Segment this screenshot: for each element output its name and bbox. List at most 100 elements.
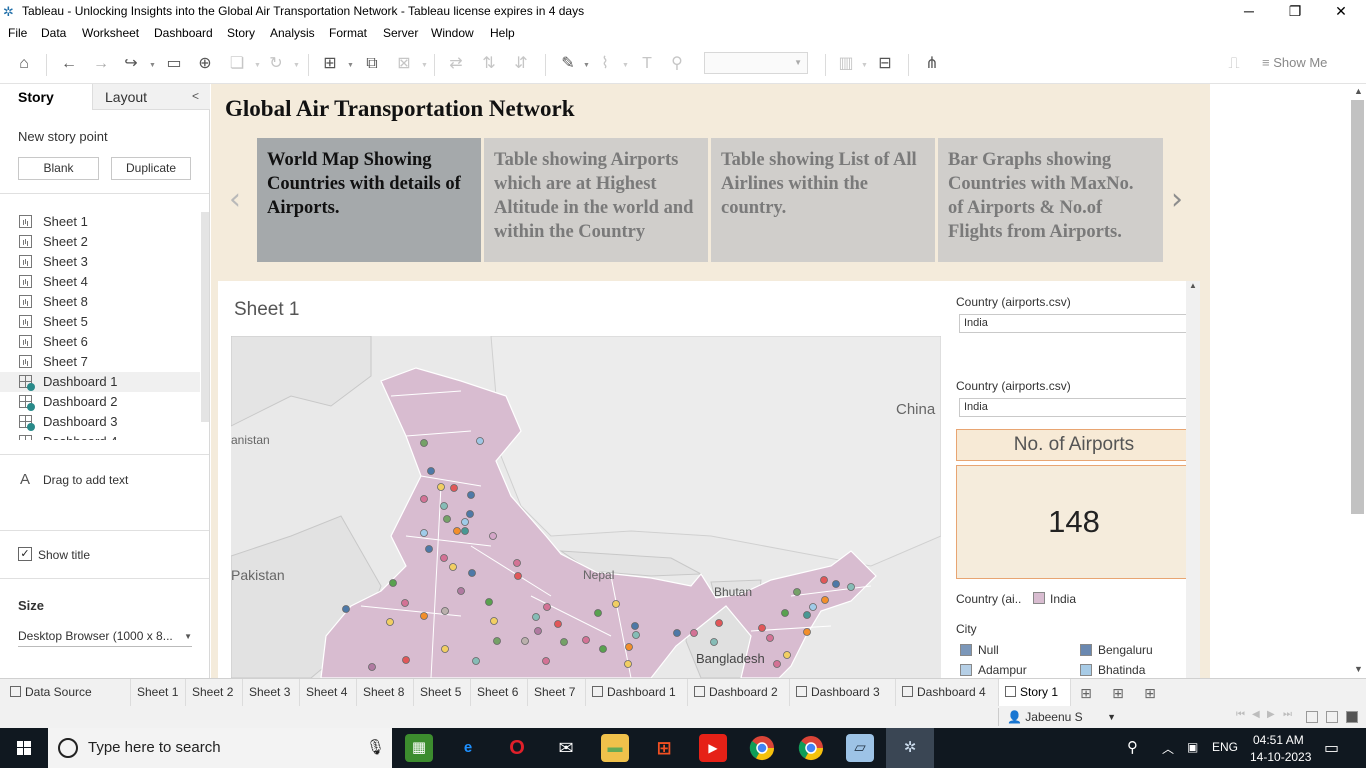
city-legend-item[interactable]: Adampur	[978, 663, 1027, 677]
chevron-down-icon[interactable]: ▼	[293, 62, 300, 69]
scroll-up-icon[interactable]: ▲	[1189, 281, 1197, 290]
file-explorer-app-icon[interactable]: ▬	[601, 734, 629, 762]
city-legend-item[interactable]: Null	[978, 643, 999, 657]
notification-icon[interactable]: ▭	[1324, 738, 1339, 758]
bottom-tab-dashboard[interactable]: Dashboard 4	[896, 679, 999, 706]
show-me-button[interactable]: ≡ Show Me	[1262, 55, 1327, 70]
presentation-mode-icon[interactable]: ⊟	[873, 52, 897, 76]
store-app-icon[interactable]: ⊞	[650, 734, 678, 762]
size-select[interactable]: Desktop Browser (1000 x 8... ▼	[18, 629, 192, 647]
people-icon[interactable]: ⚲	[1127, 738, 1138, 756]
bottom-tab-dashboard[interactable]: Dashboard 3	[790, 679, 896, 706]
chevron-up-icon[interactable]: ︿	[1162, 740, 1174, 757]
bottom-tab-sheet[interactable]: Sheet 5	[414, 679, 471, 706]
menu-window[interactable]: Window	[431, 26, 474, 40]
menu-data[interactable]: Data	[41, 26, 66, 40]
bottom-tab-dashboard[interactable]: Dashboard 2	[688, 679, 790, 706]
story-scrollbar-thumb[interactable]	[1351, 100, 1364, 514]
previous-story-point-icon[interactable]: ‹	[229, 182, 241, 217]
new-dashboard-tab-icon[interactable]: ⊞	[1109, 684, 1127, 702]
dashboard-scrollbar[interactable]: ▲	[1186, 281, 1200, 678]
new-worksheet-tab-icon[interactable]: ⊞	[1077, 684, 1095, 702]
chrome-app-icon[interactable]	[797, 734, 825, 762]
fit-icon[interactable]: ▥	[834, 52, 858, 76]
chevron-left-icon[interactable]: <	[192, 89, 199, 103]
story-point-3[interactable]: Table showing List of All Airlines withi…	[711, 138, 935, 262]
chevron-down-icon[interactable]: ▼	[861, 62, 868, 69]
duplicate-button[interactable]: Duplicate	[111, 157, 191, 180]
sheet-list-item[interactable]: Sheet 4	[0, 272, 200, 292]
microphone-icon[interactable]: 🎙	[366, 738, 385, 756]
duplicate-sheet-icon[interactable]: ⧉	[360, 52, 384, 76]
new-worksheet-icon[interactable]: ⊞	[318, 52, 342, 76]
story-point-2[interactable]: Table showing Airports which are at High…	[484, 138, 708, 262]
city-legend-item[interactable]: Bengaluru	[1098, 643, 1153, 657]
share-icon[interactable]: ⋔	[920, 52, 944, 76]
language-indicator[interactable]: ENG	[1212, 740, 1238, 754]
india-airport-map[interactable]: China anistan Pakistan Nepal Bhutan Bang…	[231, 336, 941, 678]
city-legend-item[interactable]: Bhatinda	[1098, 663, 1145, 677]
user-menu[interactable]: 👤 Jabeenu S ▼	[998, 708, 1122, 726]
group-members-icon[interactable]: ⌇	[593, 52, 617, 76]
mail-app-icon[interactable]: ✉	[552, 734, 580, 762]
sheet-list-item[interactable]: Dashboard 2	[0, 392, 200, 412]
save-icon[interactable]: ▭	[162, 52, 186, 76]
sheet-list-item[interactable]: Sheet 5	[0, 312, 200, 332]
highlight-icon[interactable]: ✎	[556, 52, 580, 76]
home-icon[interactable]: ⌂	[12, 52, 36, 76]
menu-story[interactable]: Story	[227, 26, 255, 40]
swap-rows-columns-icon[interactable]: ⇄	[444, 52, 468, 76]
bottom-tab-dashboard[interactable]: Dashboard 1	[586, 679, 688, 706]
redo-icon[interactable]: →	[89, 52, 113, 76]
clock-time[interactable]: 04:51 AM	[1253, 733, 1304, 747]
clear-sheet-icon[interactable]: ⊠	[392, 52, 416, 76]
show-title-checkbox[interactable]: ✓	[18, 547, 32, 561]
sheet-list-item[interactable]: Sheet 7	[0, 352, 200, 372]
format-painter-icon[interactable]: ⎍	[1222, 52, 1246, 76]
sort-descending-icon[interactable]: ⇵	[509, 52, 533, 76]
chevron-down-icon[interactable]: ▼	[583, 62, 590, 69]
drag-to-add-text[interactable]: Drag to add text	[43, 473, 128, 487]
filmstrip-view-icon[interactable]	[1306, 711, 1318, 723]
sheet-list-item[interactable]: Sheet 2	[0, 232, 200, 252]
menu-help[interactable]: Help	[490, 26, 515, 40]
sheet-list-item[interactable]: Dashboard 1	[0, 372, 200, 392]
story-point-4[interactable]: Bar Graphs showing Countries with MaxNo.…	[938, 138, 1163, 262]
minecraft-app-icon[interactable]: ▦	[405, 734, 433, 762]
tableau-app-icon[interactable]: ✲	[886, 728, 934, 768]
tab-story[interactable]: Story	[0, 84, 92, 110]
sort-ascending-icon[interactable]: ⇅	[477, 52, 501, 76]
chevron-down-icon[interactable]: ▼	[421, 62, 428, 69]
edge-app-icon[interactable]: e	[454, 734, 482, 762]
restore-button[interactable]: ❐	[1272, 0, 1318, 24]
replay-icon[interactable]: ↪	[119, 52, 143, 76]
menu-file[interactable]: File	[8, 26, 27, 40]
country-filter-input[interactable]: India	[959, 314, 1191, 333]
chevron-down-icon[interactable]: ▼	[149, 62, 156, 69]
chevron-down-icon[interactable]: ▼	[254, 62, 261, 69]
start-button[interactable]	[0, 728, 48, 768]
fix-axes-icon[interactable]: ⚲	[665, 52, 689, 76]
close-button[interactable]: ✕	[1318, 0, 1364, 24]
sheet-sorter-icon[interactable]	[1326, 711, 1338, 723]
undo-icon[interactable]: ←	[57, 52, 81, 76]
new-datasource-icon[interactable]: ⊕	[193, 52, 217, 76]
bottom-tab-sheet[interactable]: Sheet 6	[471, 679, 528, 706]
country-filter-input[interactable]: India	[959, 398, 1191, 417]
bottom-tab-sheet[interactable]: Sheet 7	[528, 679, 586, 706]
scroll-up-icon[interactable]: ▲	[1354, 86, 1363, 96]
network-icon[interactable]: ▣	[1187, 740, 1198, 754]
prev-sheet-icon[interactable]: ◀	[1252, 709, 1260, 720]
minimize-button[interactable]: ─	[1226, 0, 1272, 24]
sheet-list-scrollbar[interactable]	[201, 212, 209, 422]
next-sheet-icon[interactable]: ▶	[1267, 709, 1275, 720]
chevron-down-icon[interactable]: ▼	[622, 62, 629, 69]
show-labels-icon[interactable]: T	[635, 52, 659, 76]
first-sheet-icon[interactable]: ⏮	[1236, 709, 1245, 720]
chrome-app-icon[interactable]	[748, 734, 776, 762]
next-story-point-icon[interactable]: ›	[1171, 182, 1183, 217]
bottom-tab-sheet[interactable]: Sheet 2	[186, 679, 243, 706]
refresh-icon[interactable]: ↻	[264, 52, 288, 76]
chevron-down-icon[interactable]: ▼	[347, 62, 354, 69]
menu-analysis[interactable]: Analysis	[270, 26, 315, 40]
